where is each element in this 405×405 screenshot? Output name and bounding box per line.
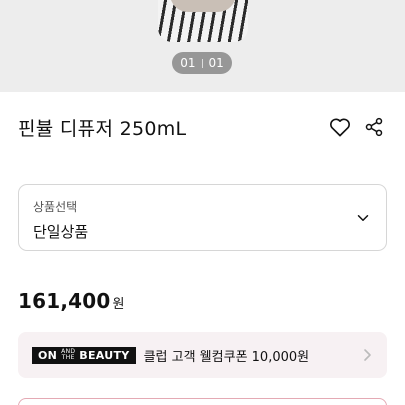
welcome-coupon-banner[interactable]: ON AND THE BEAUTY 클럽 고객 웰컴쿠폰 10,000원 [18, 332, 387, 378]
badge-on: ON [38, 348, 58, 362]
product-image-gallery[interactable]: 01 01 [0, 0, 405, 92]
pager-current: 01 [180, 56, 196, 70]
option-select-caption: 상품선택 [33, 200, 78, 214]
bottom-action-button[interactable] [18, 398, 387, 405]
share-icon[interactable] [360, 113, 388, 141]
image-pager: 01 01 [172, 52, 232, 74]
on-the-beauty-badge: ON AND THE BEAUTY [32, 346, 136, 364]
product-price: 161,400 원 [18, 289, 125, 313]
option-select[interactable]: 상품선택 단일상품 [18, 184, 387, 251]
product-title-row: 핀뷸 디퓨저 250mL [18, 112, 388, 142]
price-unit: 원 [112, 297, 125, 312]
pager-divider [201, 58, 203, 68]
pager-total: 01 [208, 56, 224, 70]
badge-beauty: BEAUTY [79, 348, 130, 362]
heart-icon[interactable] [326, 113, 354, 141]
chevron-down-icon [357, 215, 369, 221]
coupon-text: 클럽 고객 웰컴쿠폰 10,000원 [143, 349, 310, 365]
price-value: 161,400 [18, 289, 111, 313]
badge-small-2: THE [61, 354, 75, 361]
product-title: 핀뷸 디퓨저 250mL [18, 117, 187, 140]
chevron-right-icon [364, 349, 371, 361]
badge-and-the: AND THE [61, 349, 75, 361]
option-select-value: 단일상품 [33, 223, 89, 241]
